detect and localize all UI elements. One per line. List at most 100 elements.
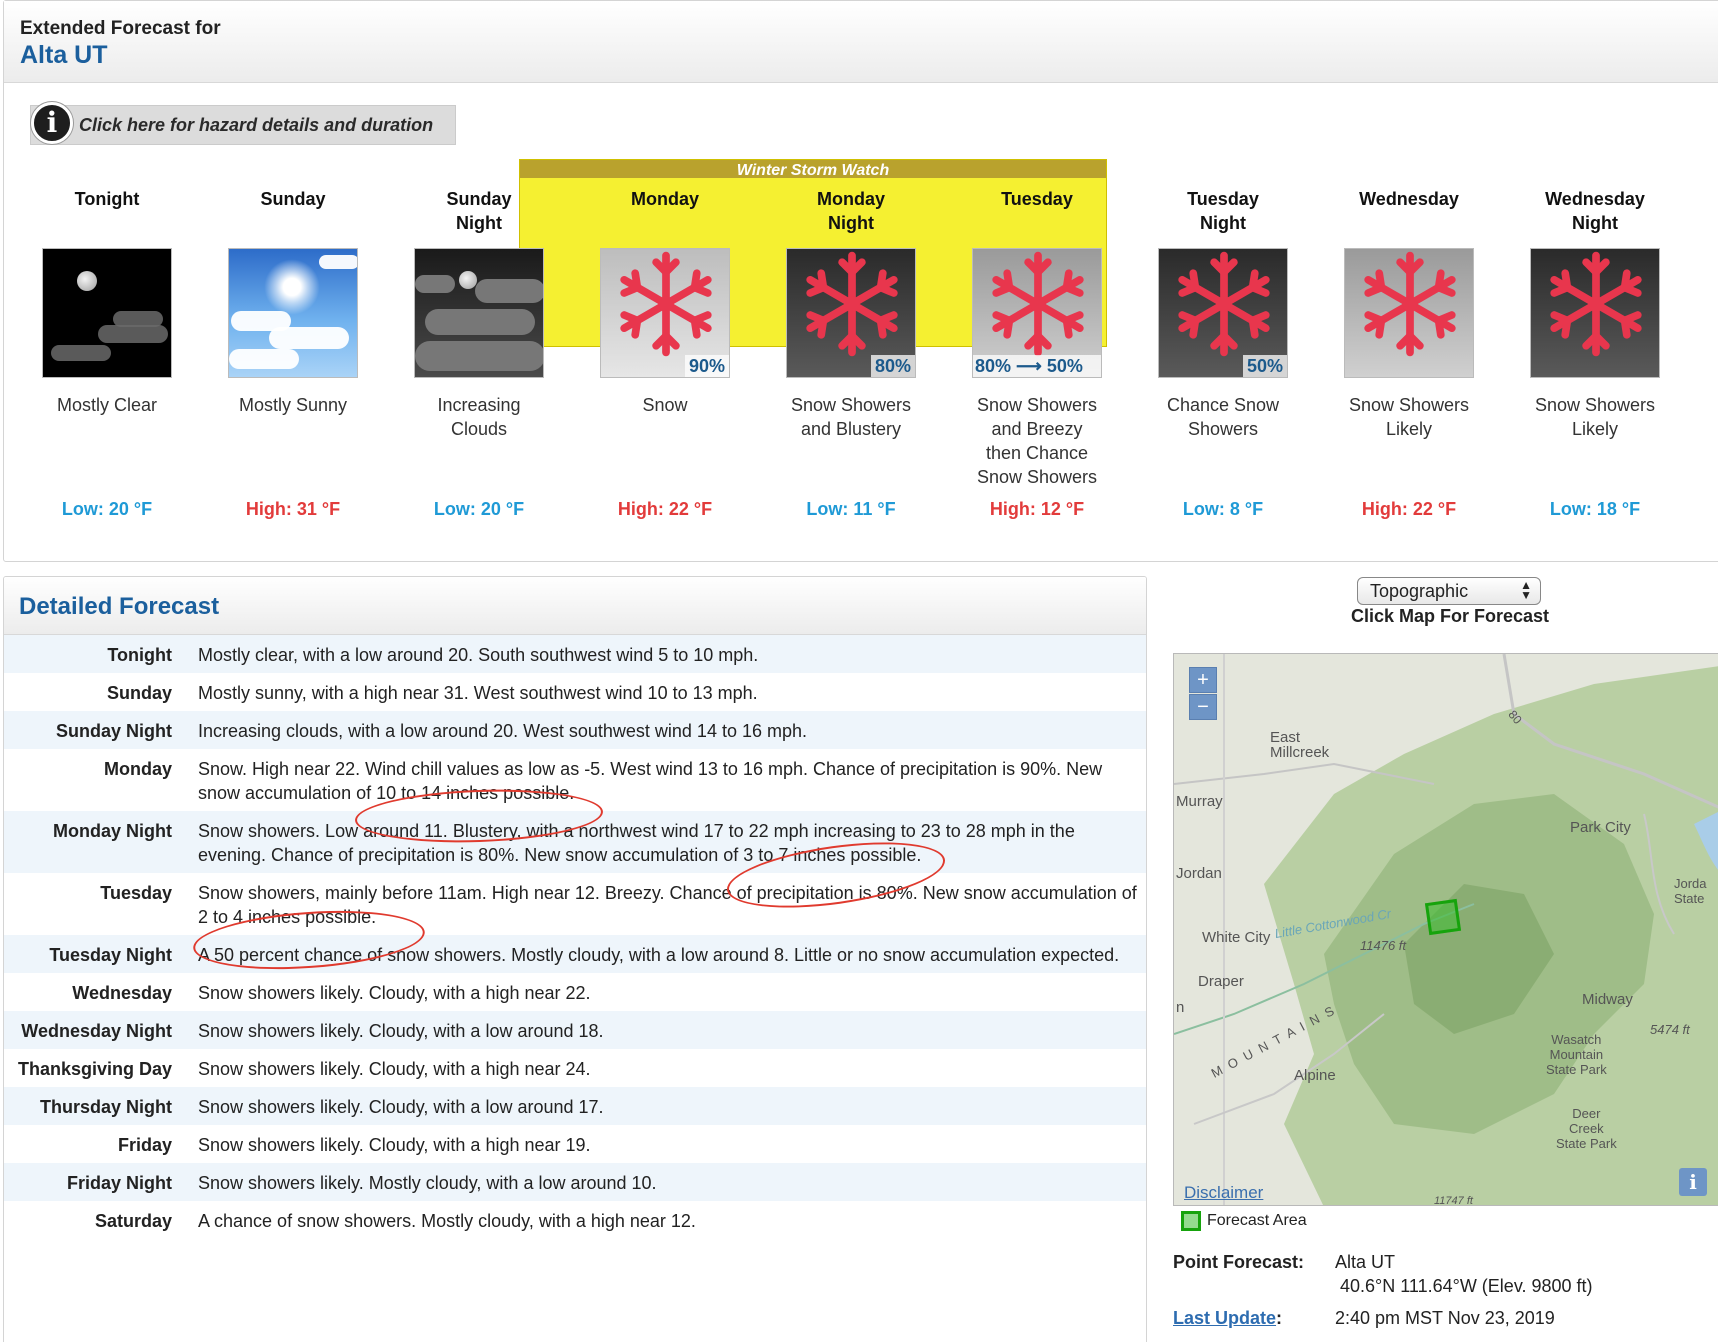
snow-showers-likely-icon [1530, 248, 1660, 378]
snow-icon: 90% [600, 248, 730, 378]
detailed-forecast-panel: Detailed Forecast Tonight Mostly clear, w… [3, 576, 1147, 1342]
extended-forecast-panel: Extended Forecast for Alta UT i Click he… [3, 0, 1718, 562]
detail-period-label: Tuesday Night [49, 945, 172, 965]
forecast-period[interactable]: Monday 90% Snow High: 22 °F [572, 187, 758, 520]
precipitation-chance: 80% [870, 355, 915, 377]
detail-row: Tonight Mostly clear, with a low around 2… [4, 635, 1146, 673]
detail-text: Snow showers likely. Cloudy, with a high… [198, 983, 591, 1003]
detail-text: Snow showers. Low around 11. Blustery, w… [198, 821, 1075, 865]
detail-row: Friday Snow showers likely. Cloudy, with … [4, 1125, 1146, 1163]
forecast-period[interactable]: Tuesday 80% ⟶ 50% Snow Showers and Breez… [944, 187, 1130, 520]
period-temperature: High: 31 °F [245, 499, 341, 519]
forecast-period[interactable]: Sunday Mostly Sunny High: 31 °F [200, 187, 386, 520]
period-temperature: Low: 20 °F [433, 499, 525, 519]
map-label-murray: Murray [1176, 793, 1223, 810]
detail-row: Sunday Night Increasing clouds, with a lo… [4, 711, 1146, 749]
detail-row: Wednesday Snow showers likely. Cloudy, wi… [4, 973, 1146, 1011]
detail-period-label: Sunday [106, 683, 172, 703]
period-name: Tonight [74, 189, 140, 209]
period-description: Snow [642, 395, 688, 415]
zoom-out-button[interactable]: − [1189, 694, 1217, 720]
point-forecast-coordinates: 40.6°N 111.64°W (Elev. 9800 ft) [1340, 1276, 1593, 1296]
winter-storm-watch-label: Winter Storm Watch [520, 160, 1106, 178]
detail-period-label: Saturday [94, 1211, 172, 1231]
forecast-area-marker[interactable] [1424, 898, 1462, 936]
mostly-sunny-icon [228, 248, 358, 378]
detail-text: A 50 percent chance of snow showers. Mos… [198, 945, 1120, 965]
detail-text: Increasing clouds, with a low around 20.… [198, 721, 808, 741]
increasing-clouds-night-icon [414, 248, 544, 378]
detail-text: Snow showers likely. Mostly cloudy, with… [198, 1173, 657, 1193]
detail-row: Wednesday Night Snow showers likely. Clou… [4, 1011, 1146, 1049]
map-label-jordanelle: Jorda State [1674, 876, 1707, 906]
period-description: Snow Showers Likely [1348, 395, 1470, 439]
map-label-elevation: 11747 ft [1434, 1195, 1473, 1206]
zoom-in-button[interactable]: + [1189, 667, 1217, 693]
forecast-period[interactable]: Wednesday Snow Showers Likely High: 22 °… [1316, 187, 1502, 520]
period-description: Snow Showers Likely [1534, 395, 1656, 439]
map-type-value: Topographic [1370, 581, 1469, 601]
hazard-details-label: Click here for hazard details and durati… [79, 114, 434, 135]
period-temperature: Low: 18 °F [1549, 499, 1641, 519]
period-name: Monday [630, 189, 699, 209]
map-label-park-city: Park City [1570, 819, 1631, 836]
detail-text: Snow showers likely. Cloudy, with a low … [198, 1097, 604, 1117]
period-name: Monday Night [816, 189, 885, 233]
detail-row: Thanksgiving Day Snow showers likely. Clo… [4, 1049, 1146, 1087]
map-label-alpine: Alpine [1294, 1067, 1336, 1084]
forecast-period[interactable]: Tuesday Night 50% Chance Snow Showers Lo… [1130, 187, 1316, 520]
detail-period-label: Wednesday Night [21, 1021, 172, 1041]
detail-row: Monday Snow. High near 22. Wind chill val… [4, 749, 1146, 811]
forecast-period[interactable]: Sunday Night Increasing Clouds Low: 20 °… [386, 187, 572, 520]
map-type-select[interactable]: Topographic ▲ ▼ [1357, 577, 1541, 605]
map-label-east-millcreek: East Millcreek [1270, 729, 1330, 761]
detail-text: Snow showers likely. Cloudy, with a low … [198, 1021, 604, 1041]
detail-row: Sunday Mostly sunny, with a high near 31.… [4, 673, 1146, 711]
period-name: Wednesday [1359, 189, 1459, 209]
forecast-period[interactable]: Monday Night 80% Snow Showers and Bluste… [758, 187, 944, 520]
period-description: Mostly Clear [56, 395, 158, 415]
last-update-link[interactable]: Last Update [1173, 1308, 1276, 1328]
map-label-elevation: 11476 ft [1360, 938, 1407, 953]
detail-period-label: Friday [117, 1135, 172, 1155]
forecast-period[interactable]: Wednesday Night Snow Showers Likely Low:… [1502, 187, 1688, 520]
detail-text: Snow showers likely. Cloudy, with a high… [198, 1135, 591, 1155]
map-label-draper: Draper [1198, 973, 1244, 990]
detail-text: Mostly clear, with a low around 20. Sout… [198, 645, 759, 665]
disclaimer-link[interactable]: Disclaimer [1184, 1183, 1263, 1203]
point-forecast-location: Alta UT [1335, 1252, 1396, 1272]
map-label-deer-creek-state-park: Deer Creek State Park [1556, 1106, 1617, 1151]
period-description: Snow Showers and Breezy then Chance Snow… [976, 395, 1098, 487]
detail-period-label: Friday Night [66, 1173, 172, 1193]
last-update-label: Last Update: [1173, 1308, 1282, 1329]
period-description: Snow Showers and Blustery [790, 395, 912, 439]
period-description: Increasing Clouds [437, 395, 521, 439]
detail-row: Friday Night Snow showers likely. Mostly … [4, 1163, 1146, 1201]
mostly-clear-night-icon [42, 248, 172, 378]
period-temperature: Low: 20 °F [61, 499, 153, 519]
period-name: Wednesday Night [1545, 189, 1645, 233]
map-label-midway: Midway [1582, 991, 1633, 1008]
map-info-button[interactable]: i [1679, 1168, 1707, 1196]
snow-showers-icon: 80% [786, 248, 916, 378]
map-label-wasatch-state-park: Wasatch Mountain State Park [1546, 1032, 1607, 1077]
detail-period-label: Tuesday [100, 883, 172, 903]
detail-period-label: Tonight [107, 645, 172, 665]
precipitation-chance: 90% [684, 355, 729, 377]
hazard-details-button[interactable]: i Click here for hazard details and dura… [30, 102, 456, 145]
detailed-forecast-title: Detailed Forecast [19, 593, 220, 620]
forecast-map[interactable]: + − East Millcreek Murray Jordan White C… [1173, 653, 1718, 1206]
map-label-fragment: n [1176, 999, 1185, 1016]
map-label-elevation: 5474 ft [1650, 1022, 1690, 1037]
detailed-forecast-header: Detailed Forecast [4, 577, 1146, 635]
detailed-forecast-list: Tonight Mostly clear, with a low around 2… [4, 635, 1146, 1239]
snow-showers-icon: 80% ⟶ 50% [972, 248, 1102, 378]
extended-forecast-label: Extended Forecast for [20, 18, 221, 39]
last-update-value: 2:40 pm MST Nov 23, 2019 [1335, 1308, 1555, 1328]
forecast-period[interactable]: Tonight Mostly Clear Low: 20 °F [14, 187, 200, 520]
period-name: Tuesday Night [1187, 189, 1259, 233]
period-temperature: High: 22 °F [1361, 499, 1457, 519]
location-title: Alta UT [20, 41, 108, 69]
detail-text: Snow. High near 22. Wind chill values as… [198, 759, 1103, 803]
detail-period-label: Monday Night [53, 821, 172, 841]
